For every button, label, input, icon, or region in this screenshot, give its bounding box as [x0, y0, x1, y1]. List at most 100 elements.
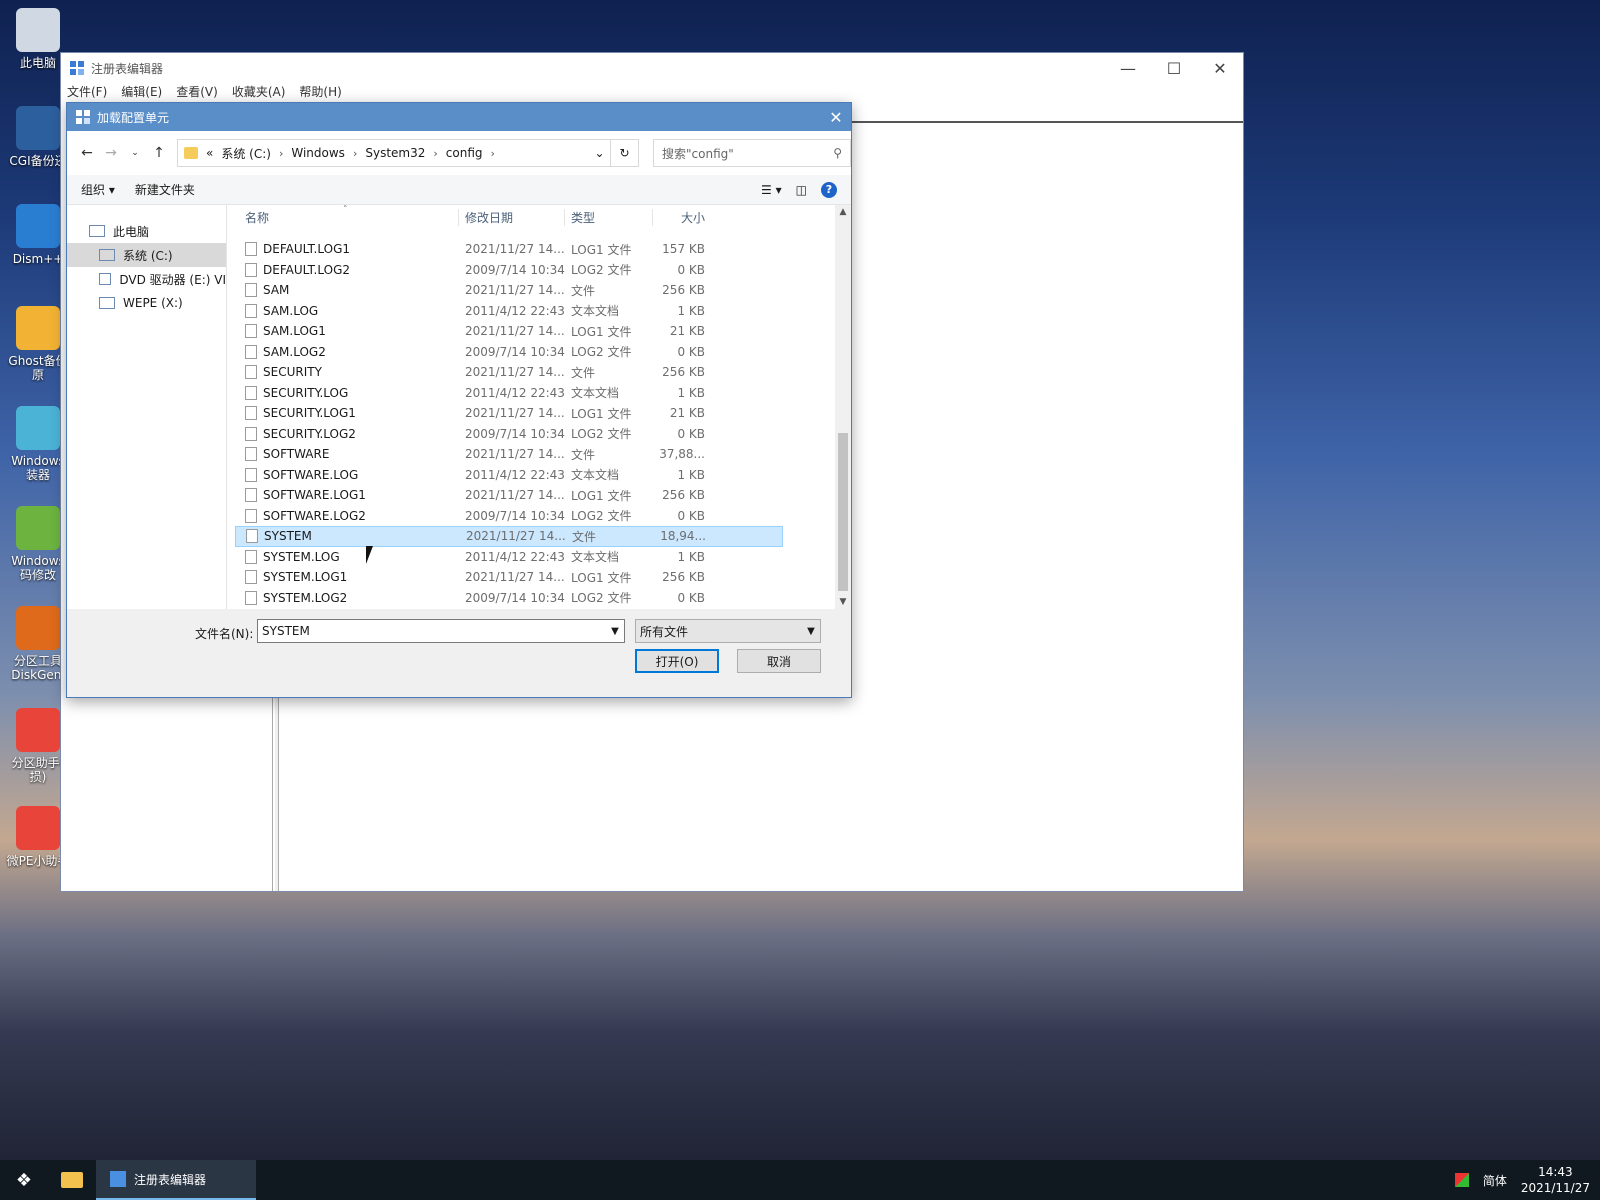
- file-name-cell: SECURITY: [235, 365, 459, 380]
- dialog-titlebar[interactable]: 加载配置单元 ✕: [67, 103, 851, 131]
- new-folder-button[interactable]: 新建文件夹: [135, 181, 195, 198]
- menu-item[interactable]: 编辑(E): [121, 83, 162, 103]
- file-type: LOG2 文件: [571, 345, 632, 360]
- chevron-down-icon[interactable]: ▼: [802, 626, 820, 637]
- file-row[interactable]: SAM.LOG 2011/4/12 22:43 文本文档 1 KB: [235, 301, 783, 322]
- file-explorer-button[interactable]: [48, 1160, 96, 1200]
- help-icon[interactable]: ?: [821, 181, 837, 198]
- file-type: 文本文档: [571, 468, 620, 483]
- menu-item[interactable]: 收藏夹(A): [232, 83, 286, 103]
- file-row[interactable]: SYSTEM.LOG 2011/4/12 22:43 文本文档 1 KB: [235, 547, 783, 568]
- address-bar[interactable]: « 系统 (C:) › Windows › System32 › config …: [177, 139, 611, 167]
- chevron-right-icon[interactable]: ›: [279, 147, 283, 160]
- menu-item[interactable]: 查看(V): [176, 83, 218, 103]
- file-row[interactable]: SECURITY.LOG2 2009/7/14 10:34 LOG2 文件 0 KB: [235, 424, 783, 445]
- breadcrumb-lead[interactable]: «: [206, 146, 213, 160]
- file-icon: [245, 570, 257, 585]
- file-size: 0 KB: [677, 344, 705, 359]
- file-name: SOFTWARE.LOG1: [263, 488, 366, 503]
- drive-icon: [99, 249, 115, 261]
- file-icon: [245, 344, 257, 359]
- file-name-cell: SAM.LOG: [235, 303, 459, 318]
- filename-value[interactable]: SYSTEM: [262, 624, 606, 638]
- clock[interactable]: 14:43 2021/11/27: [1521, 1164, 1590, 1196]
- regedit-titlebar[interactable]: 注册表编辑器 — ☐ ✕: [61, 53, 1243, 83]
- nav-item[interactable]: WEPE (X:): [67, 291, 226, 315]
- back-icon[interactable]: ←: [75, 145, 99, 161]
- chevron-right-icon[interactable]: ›: [353, 147, 357, 160]
- file-row[interactable]: SYSTEM.LOG1 2021/11/27 14... LOG1 文件 256 KB: [235, 567, 783, 588]
- menu-item[interactable]: 帮助(H): [299, 83, 341, 103]
- nav-item[interactable]: DVD 驱动器 (E:) VI: [67, 267, 226, 291]
- scroll-down-icon[interactable]: ▼: [835, 597, 851, 607]
- open-button[interactable]: 打开(O): [635, 649, 719, 673]
- scroll-thumb[interactable]: [838, 433, 848, 591]
- breadcrumb-item[interactable]: Windows: [291, 146, 345, 160]
- file-row[interactable]: SOFTWARE.LOG2 2009/7/14 10:34 LOG2 文件 0 KB: [235, 506, 783, 527]
- chevron-right-icon[interactable]: ›: [491, 147, 495, 160]
- view-options-icon[interactable]: ☰ ▾: [761, 183, 782, 197]
- regedit-icon: [75, 109, 91, 125]
- search-box[interactable]: 搜索"config" ⚲: [653, 139, 851, 167]
- filetype-select[interactable]: 所有文件 ▼: [635, 619, 821, 643]
- chevron-down-icon[interactable]: ⌄: [588, 146, 610, 160]
- filename-input[interactable]: SYSTEM ▼: [257, 619, 625, 643]
- file-size: 256 KB: [662, 570, 705, 585]
- close-button[interactable]: ✕: [1197, 53, 1243, 83]
- filetype-value[interactable]: 所有文件: [640, 623, 802, 640]
- file-name-cell: SAM.LOG1: [235, 324, 459, 339]
- file-row[interactable]: SAM.LOG1 2021/11/27 14... LOG1 文件 21 KB: [235, 321, 783, 342]
- breadcrumb-item[interactable]: config: [446, 146, 483, 160]
- minimize-button[interactable]: —: [1105, 53, 1151, 83]
- file-row[interactable]: SYSTEM.LOG2 2009/7/14 10:34 LOG2 文件 0 KB: [235, 588, 783, 609]
- file-row[interactable]: SAM.LOG2 2009/7/14 10:34 LOG2 文件 0 KB: [235, 342, 783, 363]
- search-icon[interactable]: ⚲: [833, 146, 842, 160]
- file-name: DEFAULT.LOG2: [263, 262, 351, 277]
- nav-item[interactable]: 系统 (C:): [67, 243, 226, 267]
- breadcrumb-item[interactable]: 系统 (C:): [221, 145, 271, 162]
- refresh-button[interactable]: ↻: [611, 139, 639, 167]
- file-type: 文件: [571, 283, 596, 298]
- regedit-title: 注册表编辑器: [91, 61, 164, 76]
- file-size: 1 KB: [677, 303, 705, 318]
- scroll-up-icon[interactable]: ▲: [835, 207, 851, 217]
- file-row[interactable]: SAM 2021/11/27 14... 文件 256 KB: [235, 280, 783, 301]
- taskbar-app-regedit[interactable]: 注册表编辑器: [96, 1160, 256, 1200]
- drive-icon: [99, 297, 115, 309]
- preview-pane-icon[interactable]: ◫: [796, 183, 807, 197]
- file-row[interactable]: SECURITY.LOG 2011/4/12 22:43 文本文档 1 KB: [235, 383, 783, 404]
- network-icon[interactable]: [1454, 1173, 1469, 1187]
- file-row[interactable]: DEFAULT.LOG2 2009/7/14 10:34 LOG2 文件 0 KB: [235, 260, 783, 281]
- forward-icon[interactable]: →: [99, 145, 123, 161]
- file-row[interactable]: DEFAULT.LOG1 2021/11/27 14... LOG1 文件 157 K…: [235, 239, 783, 260]
- vertical-scrollbar[interactable]: ▲ ▼: [835, 205, 851, 609]
- file-name-cell: SYSTEM.LOG2: [235, 590, 459, 605]
- dialog-close-button[interactable]: ✕: [821, 108, 851, 127]
- up-icon[interactable]: ↑: [147, 145, 171, 161]
- file-row[interactable]: SECURITY.LOG1 2021/11/27 14... LOG1 文件 21 K…: [235, 403, 783, 424]
- ime-indicator[interactable]: 简体: [1483, 1172, 1507, 1189]
- start-button[interactable]: ❖: [0, 1160, 48, 1200]
- file-icon: [245, 447, 257, 462]
- file-row[interactable]: SOFTWARE.LOG 2011/4/12 22:43 文本文档 1 KB: [235, 465, 783, 486]
- file-row[interactable]: SOFTWARE 2021/11/27 14... 文件 37,88...: [235, 444, 783, 465]
- nav-item[interactable]: 此电脑: [67, 219, 226, 243]
- cancel-button[interactable]: 取消: [737, 649, 821, 673]
- file-type: 文本文档: [571, 304, 620, 319]
- organize-button[interactable]: 组织 ▾: [81, 181, 115, 198]
- file-row[interactable]: SECURITY 2021/11/27 14... 文件 256 KB: [235, 362, 783, 383]
- file-name-cell: SAM: [235, 283, 459, 298]
- breadcrumb-item[interactable]: System32: [365, 146, 425, 160]
- column-date[interactable]: 修改日期: [459, 208, 565, 226]
- search-input[interactable]: 搜索"config": [662, 145, 833, 162]
- menu-item[interactable]: 文件(F): [67, 83, 107, 103]
- column-type[interactable]: 类型: [565, 208, 653, 226]
- chevron-right-icon[interactable]: ›: [433, 147, 437, 160]
- file-name-cell: SYSTEM: [236, 529, 460, 544]
- column-size[interactable]: 大小: [653, 209, 711, 226]
- maximize-button[interactable]: ☐: [1151, 53, 1197, 83]
- recent-dropdown-icon[interactable]: ⌄: [123, 148, 147, 158]
- file-row[interactable]: SYSTEM 2021/11/27 14... 文件 18,94...: [235, 526, 783, 547]
- chevron-down-icon[interactable]: ▼: [606, 626, 624, 637]
- file-row[interactable]: SOFTWARE.LOG1 2021/11/27 14... LOG1 文件 256 …: [235, 485, 783, 506]
